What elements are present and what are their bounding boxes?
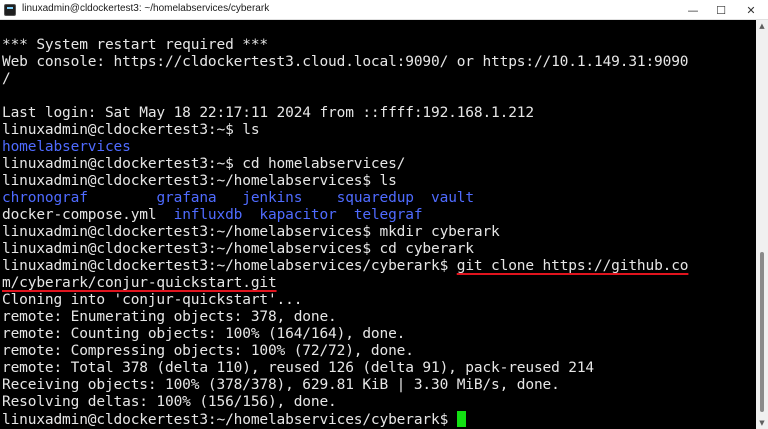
terminal-line: Web console: https://cldockertest3.cloud… (2, 54, 689, 71)
terminal-text: remote: Counting objects: 100% (164/164)… (2, 326, 406, 342)
terminal-line: Receiving objects: 100% (378/378), 629.8… (2, 377, 560, 394)
terminal-text: *** System restart required *** (2, 37, 268, 53)
terminal-text: linuxadmin@cldockertest3:~/homelabservic… (2, 241, 474, 257)
directory-name: telegraf (353, 207, 423, 223)
terminal-text: git clone https://github.co (456, 258, 689, 274)
terminal-text: linuxadmin@cldockertest3:~/homelabservic… (2, 258, 457, 274)
directory-name: jenkins (242, 190, 303, 206)
directory-name: influxdb (173, 207, 243, 223)
terminal-text: linuxadmin@cldockertest3:~/homelabservic… (2, 412, 457, 428)
terminal-line: remote: Enumerating objects: 378, done. (2, 309, 337, 326)
scrollbar-thumb[interactable] (760, 252, 764, 412)
triangle-up-icon[interactable]: ▲ (756, 20, 768, 32)
terminal-text: Cloning into 'conjur-quickstart'... (2, 292, 303, 308)
vertical-scrollbar[interactable]: ▲ ▼ (756, 20, 768, 429)
terminal-line: linuxadmin@cldockertest3:~$ ls (2, 122, 260, 139)
directory-name: kapacitor (259, 207, 337, 223)
terminal-line: linuxadmin@cldockertest3:~/homelabservic… (2, 224, 500, 241)
terminal-line: / (2, 71, 11, 88)
cursor-block (456, 411, 466, 427)
terminal-line: m/cyberark/conjur-quickstart.git (2, 275, 277, 292)
terminal-text: Receiving objects: 100% (378/378), 629.8… (2, 377, 560, 393)
terminal-text: linuxadmin@cldockertest3:~$ ls (2, 122, 260, 138)
terminal-line: remote: Counting objects: 100% (164/164)… (2, 326, 405, 343)
terminal-line: chronograf grafana jenkins squaredup vau… (2, 190, 474, 207)
terminal-text: linuxadmin@cldockertest3:~/homelabservic… (2, 224, 500, 240)
directory-name: squaredup (336, 190, 414, 206)
terminal-text: remote: Compressing objects: 100% (72/72… (2, 343, 414, 359)
directory-name: vault (431, 190, 474, 206)
directory-name: grafana (156, 190, 217, 206)
terminal-line: remote: Compressing objects: 100% (72/72… (2, 343, 414, 360)
terminal-line: Last login: Sat May 18 22:17:11 2024 fro… (2, 105, 534, 122)
directory-name: chronograf (2, 190, 88, 206)
terminal-line: *** System restart required *** (2, 37, 268, 54)
triangle-down-icon[interactable]: ▼ (756, 417, 768, 429)
terminal-text: Resolving deltas: 100% (156/156), done. (2, 394, 337, 410)
maximize-button[interactable]: ☐ (708, 0, 734, 20)
terminal-line: Resolving deltas: 100% (156/156), done. (2, 394, 337, 411)
close-button[interactable]: ✕ (738, 0, 764, 20)
window-title: linuxadmin@cldockertest3: ~/homelabservi… (22, 3, 270, 14)
terminal-line: remote: Total 378 (delta 110), reused 12… (2, 360, 594, 377)
terminal-line: Cloning into 'conjur-quickstart'... (2, 292, 302, 309)
terminal-text: linuxadmin@cldockertest3:~/homelabservic… (2, 173, 397, 189)
terminal-text: m/cyberark/conjur-quickstart.git (2, 275, 277, 291)
terminal-text: Last login: Sat May 18 22:17:11 2024 fro… (2, 105, 534, 121)
terminal-output[interactable]: *** System restart required *** Web conso… (0, 20, 756, 429)
terminal-line: linuxadmin@cldockertest3:~/homelabservic… (2, 411, 466, 428)
terminal-line: linuxadmin@cldockertest3:~$ cd homelabse… (2, 156, 405, 173)
terminal-text: remote: Enumerating objects: 378, done. (2, 309, 337, 325)
terminal-text: docker-compose.yml (2, 207, 174, 223)
terminal-text: Web console: https://cldockertest3.cloud… (2, 54, 689, 70)
terminal-text: linuxadmin@cldockertest3:~$ cd homelabse… (2, 156, 406, 172)
terminal-line: homelabservices (2, 139, 131, 156)
terminal-line: linuxadmin@cldockertest3:~/homelabservic… (2, 173, 397, 190)
terminal-text: remote: Total 378 (delta 110), reused 12… (2, 360, 595, 376)
directory-name: homelabservices (2, 139, 131, 155)
minimize-button[interactable]: — (680, 0, 706, 20)
terminal-line: linuxadmin@cldockertest3:~/homelabservic… (2, 258, 689, 275)
terminal-icon (4, 4, 16, 16)
terminal-line: docker-compose.yml influxdb kapacitor te… (2, 207, 423, 224)
title-bar[interactable]: linuxadmin@cldockertest3: ~/homelabservi… (0, 0, 768, 20)
terminal-line: linuxadmin@cldockertest3:~/homelabservic… (2, 241, 474, 258)
terminal-text: / (2, 71, 11, 87)
